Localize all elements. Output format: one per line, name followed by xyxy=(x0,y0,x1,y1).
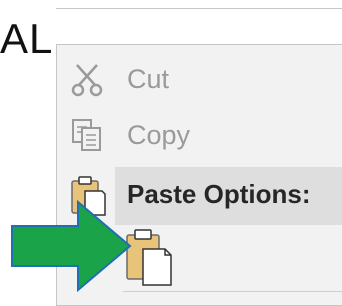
menu-item-copy[interactable]: Copy xyxy=(57,109,342,161)
menu-item-cut[interactable]: Cut xyxy=(57,53,342,105)
document-text-fragment: AL xyxy=(0,15,54,62)
menu-item-copy-label: Copy xyxy=(127,119,191,150)
document-page-edge xyxy=(56,0,342,9)
scissors-icon xyxy=(71,64,103,97)
green-arrow-annotation xyxy=(11,200,132,292)
copy-icon xyxy=(72,119,101,151)
paste-options-divider xyxy=(123,291,342,292)
paste-options-label: Paste Options: xyxy=(127,179,311,209)
menu-item-cut-label: Cut xyxy=(127,63,170,94)
